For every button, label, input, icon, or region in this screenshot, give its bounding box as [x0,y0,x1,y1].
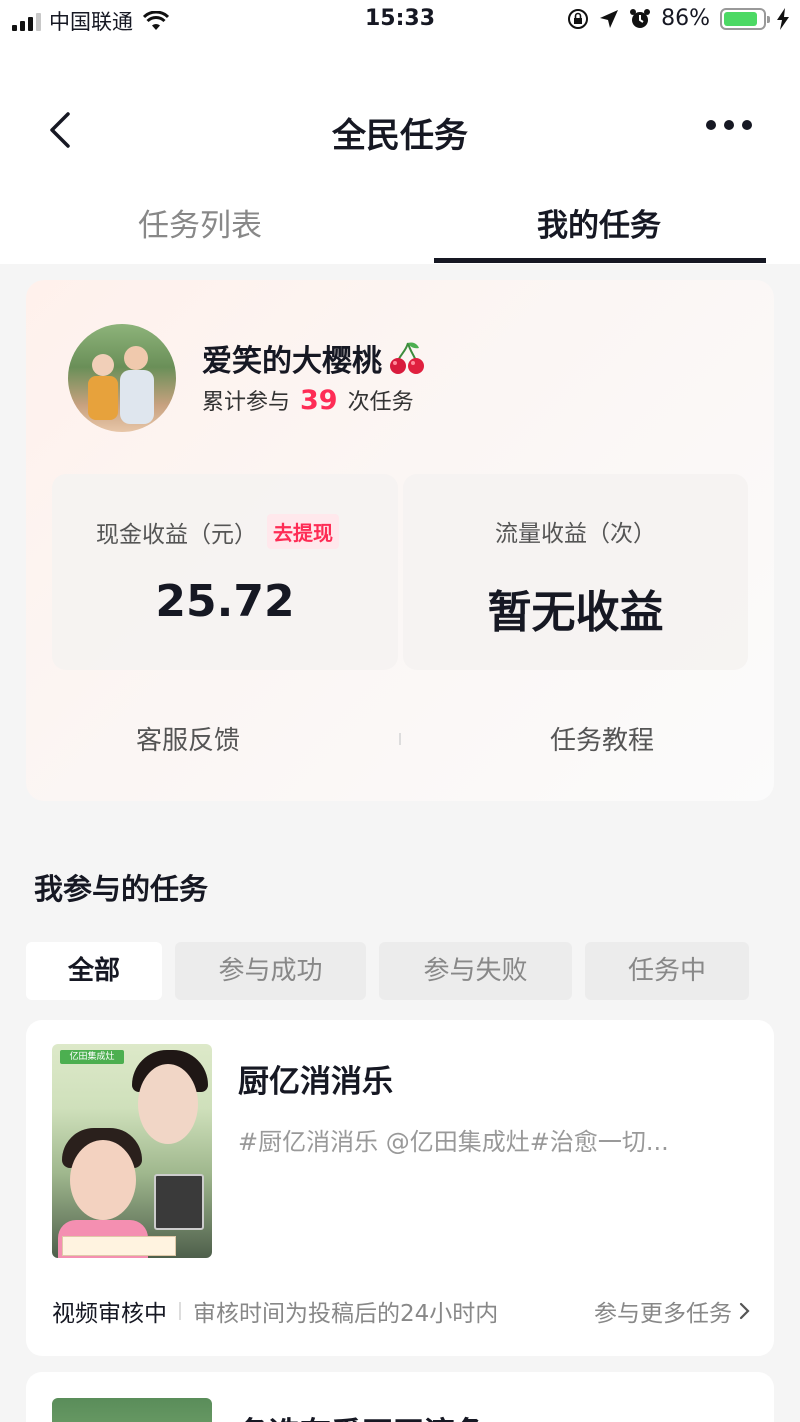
location-icon [600,9,619,28]
task-name-2[interactable]: 备选有番正田滚角 [238,1408,486,1422]
filter-failed[interactable]: 参与失败 [379,942,572,1000]
task-tutorial-link[interactable]: 任务教程 [550,720,654,757]
participation-count: 39 [300,385,338,416]
task-card[interactable]: 亿田集成灶 厨亿消消乐 #厨亿消消乐 @亿田集成灶#治愈一切... 视频审核中 … [26,1020,774,1356]
user-name-text: 爱笑的大樱桃 [202,344,382,379]
task-thumbnail[interactable]: 亿田集成灶 [52,1044,212,1258]
task-description: #厨亿消消乐 @亿田集成灶#治愈一切... [238,1128,669,1156]
cash-earnings-label-row: 现金收益（元） 去提现 [96,514,442,549]
withdraw-button[interactable]: 去提现 [267,514,339,549]
filter-success[interactable]: 参与成功 [175,942,366,1000]
alarm-icon [630,8,651,28]
traffic-earnings-box: 流量收益（次） 暂无收益 [403,474,748,670]
chevron-right-icon [739,1302,750,1320]
filter-all[interactable]: 全部 [26,942,162,1000]
more-icon[interactable] [706,120,752,130]
task-card-2[interactable]: 备选有番正田滚角 [26,1372,774,1422]
cash-earnings-box: 现金收益（元） 去提现 25.72 [52,474,398,670]
participation-summary: 累计参与 39 次任务 [202,384,414,416]
section-title: 我参与的任务 [34,872,209,906]
participation-prefix: 累计参与 [202,390,291,415]
footer-divider [179,1302,181,1320]
nav-bar: 全民任务 [0,40,800,180]
task-name[interactable]: 厨亿消消乐 [238,1056,393,1101]
avatar[interactable] [68,324,176,432]
participation-suffix: 次任务 [347,390,414,415]
cash-earnings-value: 25.72 [155,576,295,627]
profile-card: 爱笑的大樱桃 累计参与 39 次任务 现金收益（元） 去提现 25.72 流量收… [26,280,774,801]
more-tasks-label: 参与更多任务 [594,1301,732,1327]
orientation-lock-icon [568,8,589,29]
status-bar: 中国联通 15:33 86% [0,0,800,40]
task-footer: 视频审核中 审核时间为投稿后的24小时内 参与更多任务 [52,1294,752,1328]
user-name: 爱笑的大樱桃 [202,336,426,380]
cherry-icon [390,342,424,374]
battery-icon [720,7,770,30]
charging-icon [777,7,789,30]
more-tasks-link[interactable]: 参与更多任务 [594,1294,752,1328]
review-note: 审核时间为投稿后的24小时内 [193,1301,499,1327]
filter-in-progress[interactable]: 任务中 [585,942,749,1000]
task-status: 视频审核中 [52,1301,167,1327]
tab-task-list[interactable]: 任务列表 [35,200,365,245]
thumb-banner: 亿田集成灶 [60,1050,124,1064]
traffic-earnings-label: 流量收益（次） [495,521,656,547]
tab-bar: 任务列表 我的任务 [0,180,800,264]
task-thumbnail-2[interactable] [52,1398,212,1422]
link-divider [399,733,401,745]
tab-my-tasks[interactable]: 我的任务 [434,200,764,245]
customer-service-link[interactable]: 客服反馈 [136,720,240,757]
tab-indicator [434,258,766,263]
page-title: 全民任务 [332,116,468,156]
traffic-earnings-value: 暂无收益 [487,587,664,638]
battery-level [724,11,757,26]
cash-earnings-label: 现金收益（元） [96,521,257,548]
battery-percent: 86% [661,6,710,31]
